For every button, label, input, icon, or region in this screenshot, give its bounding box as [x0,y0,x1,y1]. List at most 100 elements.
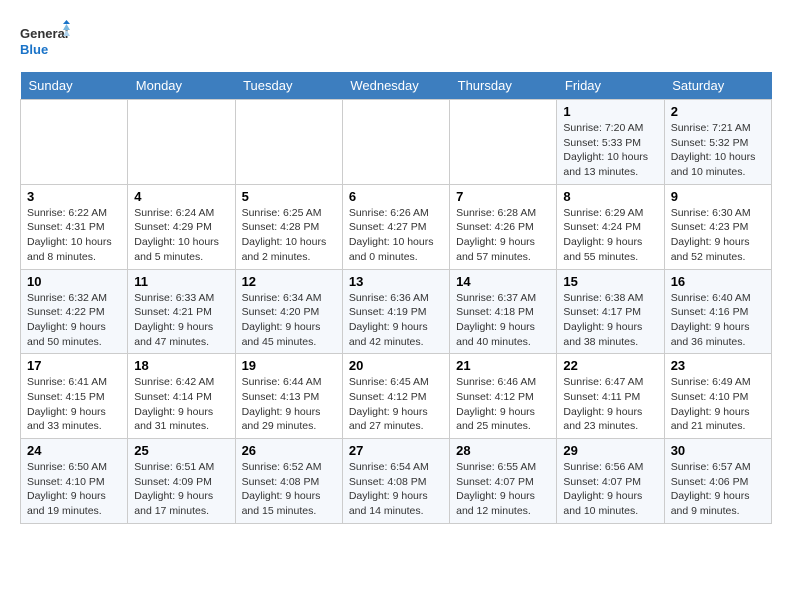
calendar-week-1: 1 Sunrise: 7:20 AMSunset: 5:33 PMDaylight… [21,100,772,185]
calendar-cell: 29 Sunrise: 6:56 AMSunset: 4:07 PMDayligh… [557,439,664,524]
calendar-cell [128,100,235,185]
calendar-cell: 7 Sunrise: 6:28 AMSunset: 4:26 PMDaylight… [450,184,557,269]
logo: General Blue [20,20,70,62]
day-number: 17 [27,358,121,373]
calendar-cell: 2 Sunrise: 7:21 AMSunset: 5:32 PMDaylight… [664,100,771,185]
day-number: 12 [242,274,336,289]
day-info: Sunrise: 6:52 AMSunset: 4:08 PMDaylight:… [242,460,336,519]
calendar-cell: 17 Sunrise: 6:41 AMSunset: 4:15 PMDayligh… [21,354,128,439]
day-info: Sunrise: 6:56 AMSunset: 4:07 PMDaylight:… [563,460,657,519]
svg-text:General: General [20,26,68,41]
day-number: 5 [242,189,336,204]
calendar-cell: 8Sunrise: 6:29 AMSunset: 4:24 PMDaylight… [557,184,664,269]
day-info: Sunrise: 6:30 AMSunset: 4:23 PMDaylight:… [671,206,765,265]
calendar-cell: 15 Sunrise: 6:38 AMSunset: 4:17 PMDayligh… [557,269,664,354]
day-number: 23 [671,358,765,373]
day-info: Sunrise: 7:20 AMSunset: 5:33 PMDaylight:… [563,121,657,180]
day-info: Sunrise: 6:54 AMSunset: 4:08 PMDaylight:… [349,460,443,519]
day-number: 21 [456,358,550,373]
day-info: Sunrise: 6:45 AMSunset: 4:12 PMDaylight:… [349,375,443,434]
day-number: 13 [349,274,443,289]
day-number: 2 [671,104,765,119]
day-number: 9 [671,189,765,204]
day-number: 11 [134,274,228,289]
calendar-week-3: 10 Sunrise: 6:32 AMSunset: 4:22 PMDayligh… [21,269,772,354]
day-number: 4 [134,189,228,204]
calendar-cell: 20 Sunrise: 6:45 AMSunset: 4:12 PMDayligh… [342,354,449,439]
day-number: 6 [349,189,443,204]
day-info: Sunrise: 6:38 AMSunset: 4:17 PMDaylight:… [563,291,657,350]
day-info: Sunrise: 6:37 AMSunset: 4:18 PMDaylight:… [456,291,550,350]
calendar-cell: 24Sunrise: 6:50 AMSunset: 4:10 PMDayligh… [21,439,128,524]
day-info: Sunrise: 6:57 AMSunset: 4:06 PMDaylight:… [671,460,765,519]
day-info: Sunrise: 6:36 AMSunset: 4:19 PMDaylight:… [349,291,443,350]
day-info: Sunrise: 6:41 AMSunset: 4:15 PMDaylight:… [27,375,121,434]
day-number: 24 [27,443,121,458]
calendar: SundayMondayTuesdayWednesdayThursdayFrid… [20,72,772,524]
day-info: Sunrise: 6:32 AMSunset: 4:22 PMDaylight:… [27,291,121,350]
calendar-cell [235,100,342,185]
calendar-cell: 30Sunrise: 6:57 AMSunset: 4:06 PMDayligh… [664,439,771,524]
day-number: 16 [671,274,765,289]
calendar-cell: 3Sunrise: 6:22 AMSunset: 4:31 PMDaylight… [21,184,128,269]
day-info: Sunrise: 6:42 AMSunset: 4:14 PMDaylight:… [134,375,228,434]
calendar-cell: 11 Sunrise: 6:33 AMSunset: 4:21 PMDayligh… [128,269,235,354]
calendar-cell: 16 Sunrise: 6:40 AMSunset: 4:16 PMDayligh… [664,269,771,354]
weekday-header-tuesday: Tuesday [235,72,342,100]
day-number: 28 [456,443,550,458]
calendar-cell: 14 Sunrise: 6:37 AMSunset: 4:18 PMDayligh… [450,269,557,354]
day-info: Sunrise: 6:34 AMSunset: 4:20 PMDaylight:… [242,291,336,350]
calendar-cell [342,100,449,185]
calendar-cell: 22 Sunrise: 6:47 AMSunset: 4:11 PMDayligh… [557,354,664,439]
day-number: 25 [134,443,228,458]
weekday-header-monday: Monday [128,72,235,100]
day-number: 15 [563,274,657,289]
day-info: Sunrise: 6:40 AMSunset: 4:16 PMDaylight:… [671,291,765,350]
calendar-cell: 26 Sunrise: 6:52 AMSunset: 4:08 PMDayligh… [235,439,342,524]
day-info: Sunrise: 6:22 AMSunset: 4:31 PMDaylight:… [27,206,121,265]
day-info: Sunrise: 7:21 AMSunset: 5:32 PMDaylight:… [671,121,765,180]
calendar-cell: 9 Sunrise: 6:30 AMSunset: 4:23 PMDaylight… [664,184,771,269]
calendar-cell: 28Sunrise: 6:55 AMSunset: 4:07 PMDayligh… [450,439,557,524]
calendar-cell: 23 Sunrise: 6:49 AMSunset: 4:10 PMDayligh… [664,354,771,439]
weekday-header-friday: Friday [557,72,664,100]
calendar-cell: 12 Sunrise: 6:34 AMSunset: 4:20 PMDayligh… [235,269,342,354]
calendar-cell: 6 Sunrise: 6:26 AMSunset: 4:27 PMDaylight… [342,184,449,269]
logo-svg: General Blue [20,20,70,62]
calendar-cell [450,100,557,185]
calendar-cell: 19Sunrise: 6:44 AMSunset: 4:13 PMDayligh… [235,354,342,439]
day-number: 1 [563,104,657,119]
day-number: 26 [242,443,336,458]
weekday-header-row: SundayMondayTuesdayWednesdayThursdayFrid… [21,72,772,100]
header: General Blue [20,20,772,62]
day-number: 22 [563,358,657,373]
calendar-week-5: 24Sunrise: 6:50 AMSunset: 4:10 PMDayligh… [21,439,772,524]
day-info: Sunrise: 6:28 AMSunset: 4:26 PMDaylight:… [456,206,550,265]
calendar-week-4: 17 Sunrise: 6:41 AMSunset: 4:15 PMDayligh… [21,354,772,439]
day-info: Sunrise: 6:26 AMSunset: 4:27 PMDaylight:… [349,206,443,265]
day-number: 20 [349,358,443,373]
calendar-cell: 25 Sunrise: 6:51 AMSunset: 4:09 PMDayligh… [128,439,235,524]
day-info: Sunrise: 6:49 AMSunset: 4:10 PMDaylight:… [671,375,765,434]
calendar-week-2: 3Sunrise: 6:22 AMSunset: 4:31 PMDaylight… [21,184,772,269]
weekday-header-thursday: Thursday [450,72,557,100]
day-number: 7 [456,189,550,204]
calendar-cell: 27 Sunrise: 6:54 AMSunset: 4:08 PMDayligh… [342,439,449,524]
calendar-cell: 21 Sunrise: 6:46 AMSunset: 4:12 PMDayligh… [450,354,557,439]
day-number: 29 [563,443,657,458]
day-info: Sunrise: 6:24 AMSunset: 4:29 PMDaylight:… [134,206,228,265]
day-info: Sunrise: 6:51 AMSunset: 4:09 PMDaylight:… [134,460,228,519]
day-number: 19 [242,358,336,373]
day-number: 14 [456,274,550,289]
calendar-cell: 5Sunrise: 6:25 AMSunset: 4:28 PMDaylight… [235,184,342,269]
calendar-cell: 13 Sunrise: 6:36 AMSunset: 4:19 PMDayligh… [342,269,449,354]
calendar-cell: 10 Sunrise: 6:32 AMSunset: 4:22 PMDayligh… [21,269,128,354]
day-info: Sunrise: 6:46 AMSunset: 4:12 PMDaylight:… [456,375,550,434]
weekday-header-sunday: Sunday [21,72,128,100]
day-info: Sunrise: 6:47 AMSunset: 4:11 PMDaylight:… [563,375,657,434]
day-info: Sunrise: 6:33 AMSunset: 4:21 PMDaylight:… [134,291,228,350]
day-number: 8 [563,189,657,204]
day-number: 10 [27,274,121,289]
day-number: 27 [349,443,443,458]
calendar-cell: 1 Sunrise: 7:20 AMSunset: 5:33 PMDaylight… [557,100,664,185]
